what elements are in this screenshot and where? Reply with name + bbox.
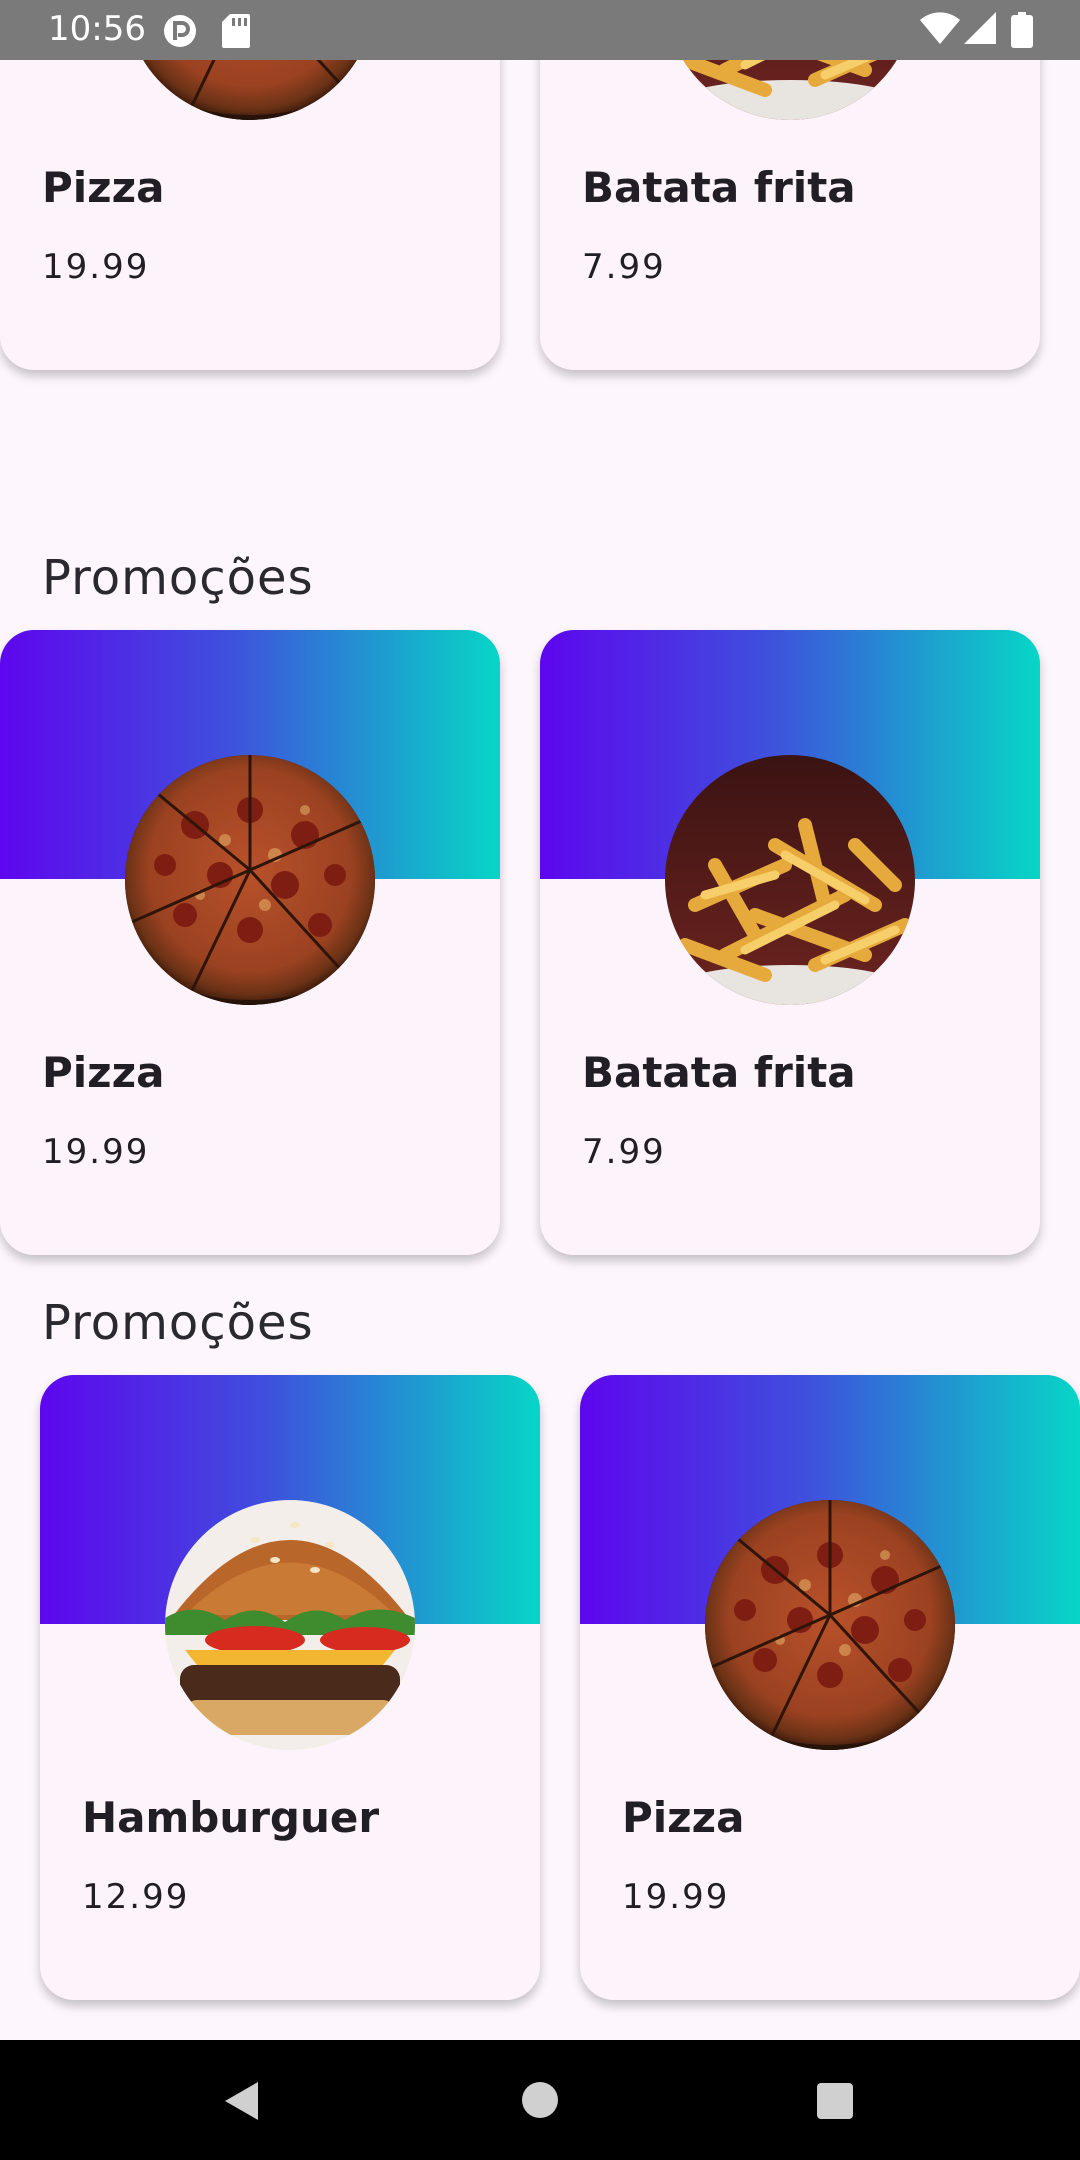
wifi-icon — [920, 12, 960, 44]
product-name: Hamburguer — [82, 1793, 380, 1842]
product-card[interactable]: Pizza 19.99 — [580, 1375, 1080, 2000]
sd-card-icon — [222, 14, 250, 48]
product-name: Batata frita — [582, 163, 856, 212]
product-price: 7.99 — [582, 1132, 666, 1172]
product-card[interactable]: Pizza 19.99 — [0, 630, 500, 1255]
status-time: 10:56 — [48, 9, 146, 49]
pizza-image — [705, 1500, 955, 1750]
product-name: Pizza — [622, 1793, 745, 1842]
product-card[interactable]: Batata frita 7.99 — [540, 630, 1040, 1255]
product-name: Batata frita — [582, 1048, 856, 1097]
product-price: 12.99 — [82, 1877, 190, 1917]
navigation-bar — [0, 2040, 1080, 2160]
pizza-image — [125, 60, 375, 120]
fries-image — [665, 60, 915, 120]
back-icon[interactable] — [222, 2080, 260, 2122]
product-name: Pizza — [42, 163, 165, 212]
section-title-promocoes: Promoções — [42, 550, 314, 606]
section-title-promocoes: Promoções — [42, 1295, 314, 1351]
cell-signal-icon — [964, 12, 996, 44]
product-card[interactable]: Batata frita 7.99 — [540, 60, 1040, 370]
product-card[interactable]: Pizza 19.99 — [0, 60, 500, 370]
app-screen: 10:56 Pizza 19.99 Batata frita 7.99 Prom… — [0, 0, 1080, 2160]
home-icon[interactable] — [521, 2081, 559, 2119]
menu-content[interactable]: Pizza 19.99 Batata frita 7.99 Promoções — [0, 60, 1080, 2040]
product-name: Pizza — [42, 1048, 165, 1097]
status-bar: 10:56 — [0, 0, 1080, 60]
battery-icon — [1011, 12, 1033, 48]
pizza-image — [125, 755, 375, 1005]
hamburger-image — [165, 1500, 415, 1750]
product-price: 19.99 — [622, 1877, 730, 1917]
app-notification-icon — [164, 15, 196, 47]
recents-icon[interactable] — [816, 2082, 854, 2120]
product-price: 7.99 — [582, 247, 666, 287]
fries-image — [665, 755, 915, 1005]
product-price: 19.99 — [42, 1132, 150, 1172]
product-price: 19.99 — [42, 247, 150, 287]
product-card[interactable]: Hamburguer 12.99 — [40, 1375, 540, 2000]
